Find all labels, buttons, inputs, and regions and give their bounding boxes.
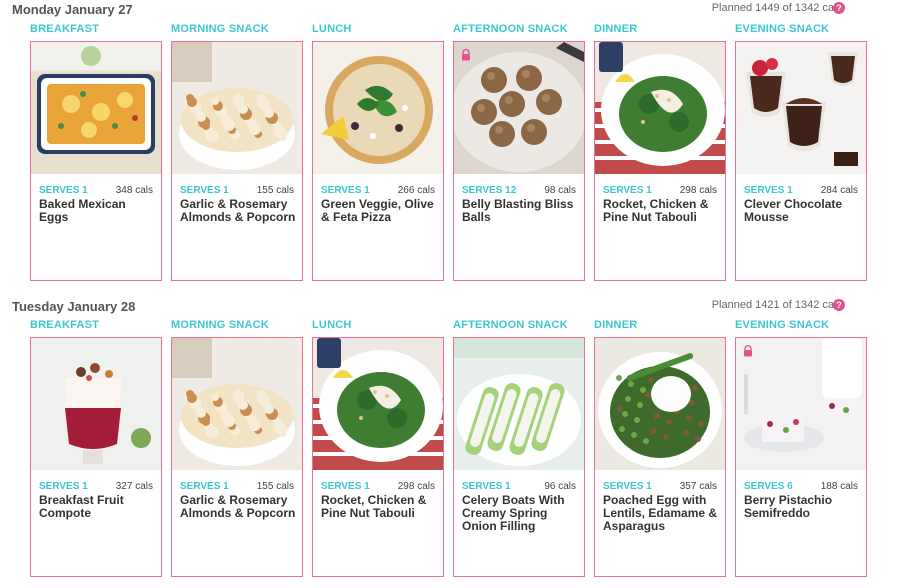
- serves-label: SERVES 1: [603, 481, 652, 492]
- serves-label: SERVES 1: [321, 481, 370, 492]
- meal-image: [313, 338, 443, 470]
- calories-label: 298 cals: [679, 185, 717, 196]
- meal-card[interactable]: SERVES 1 96 cals Celery Boats With Creamy …: [453, 337, 585, 577]
- meal-title[interactable]: Clever Chocolate Mousse: [744, 198, 862, 224]
- serves-label: SERVES 1: [321, 185, 370, 196]
- calories-label: 348 cals: [115, 185, 153, 196]
- meal-image: [31, 42, 161, 174]
- meal-column-label: MORNING SNACK: [171, 23, 269, 35]
- calories-label: 298 cals: [397, 481, 435, 492]
- meal-title[interactable]: Breakfast Fruit Compote: [39, 494, 157, 520]
- meal-title[interactable]: Garlic & Rosemary Almonds & Popcorn: [180, 494, 298, 520]
- meal-card[interactable]: SERVES 1 155 cals Garlic & Rosemary Almond…: [171, 337, 303, 577]
- meal-image: [595, 338, 725, 470]
- meal-column-label: AFTERNOON SNACK: [453, 319, 568, 331]
- meal-column-label: LUNCH: [312, 319, 352, 331]
- lock-icon: [460, 48, 472, 61]
- meal-column-label: DINNER: [594, 23, 638, 35]
- meal-image: [454, 42, 584, 174]
- serves-label: SERVES 1: [180, 481, 229, 492]
- meal-title[interactable]: Baked Mexican Eggs: [39, 198, 157, 224]
- help-icon[interactable]: ?: [833, 299, 845, 311]
- serves-label: SERVES 1: [462, 481, 511, 492]
- meal-card[interactable]: SERVES 1 348 cals Baked Mexican Eggs: [30, 41, 162, 281]
- day-header: Monday January 27 Planned 1449 of 1342 c…: [0, 0, 900, 20]
- calories-label: 357 cals: [679, 481, 717, 492]
- serves-label: SERVES 1: [39, 481, 88, 492]
- meal-image: [172, 338, 302, 470]
- meal-column-label: EVENING SNACK: [735, 23, 830, 35]
- serves-label: SERVES 6: [744, 481, 793, 492]
- meal-card[interactable]: SERVES 1 327 cals Breakfast Fruit Compote: [30, 337, 162, 577]
- meal-title[interactable]: Celery Boats With Creamy Spring Onion Fi…: [462, 494, 580, 533]
- calories-label: 284 cals: [820, 185, 858, 196]
- day-section-monday: Monday January 27 Planned 1449 of 1342 c…: [0, 0, 900, 20]
- meal-card[interactable]: SERVES 1 266 cals Green Veggie, Olive & Fe…: [312, 41, 444, 281]
- day-header: Tuesday January 28 Planned 1421 of 1342 …: [0, 297, 900, 317]
- calories-label: 96 cals: [544, 481, 576, 492]
- serves-label: SERVES 1: [603, 185, 652, 196]
- serves-label: SERVES 1: [39, 185, 88, 196]
- meal-column-label: AFTERNOON SNACK: [453, 23, 568, 35]
- meal-title[interactable]: Berry Pistachio Semifreddo: [744, 494, 862, 520]
- meal-image: [736, 42, 866, 174]
- calories-label: 155 cals: [256, 481, 294, 492]
- calories-label: 327 cals: [115, 481, 153, 492]
- meal-column-label: BREAKFAST: [30, 23, 100, 35]
- calories-label: 266 cals: [397, 185, 435, 196]
- calories-label: 188 cals: [820, 481, 858, 492]
- meal-column-label: EVENING SNACK: [735, 319, 830, 331]
- meal-title[interactable]: Garlic & Rosemary Almonds & Popcorn: [180, 198, 298, 224]
- meal-title[interactable]: Green Veggie, Olive & Feta Pizza: [321, 198, 439, 224]
- meal-title[interactable]: Rocket, Chicken & Pine Nut Tabouli: [603, 198, 721, 224]
- day-title: Tuesday January 28: [12, 299, 136, 314]
- serves-label: SERVES 1: [744, 185, 793, 196]
- planned-calories: Planned 1449 of 1342 cals: [711, 2, 842, 14]
- meal-card[interactable]: SERVES 1 155 cals Garlic & Rosemary Almond…: [171, 41, 303, 281]
- meal-column-label: LUNCH: [312, 23, 352, 35]
- day-title: Monday January 27: [12, 2, 133, 17]
- lock-icon: [742, 344, 754, 357]
- planned-calories: Planned 1421 of 1342 cals: [711, 299, 842, 311]
- meal-image: [172, 42, 302, 174]
- meal-card[interactable]: SERVES 12 98 cals Belly Blasting Bliss Bal…: [453, 41, 585, 281]
- meal-title[interactable]: Belly Blasting Bliss Balls: [462, 198, 580, 224]
- meal-image: [31, 338, 161, 470]
- meal-card[interactable]: SERVES 1 298 cals Rocket, Chicken & Pine N…: [594, 41, 726, 281]
- meal-column-label: DINNER: [594, 319, 638, 331]
- meal-card[interactable]: SERVES 1 284 cals Clever Chocolate Mousse: [735, 41, 867, 281]
- meal-card[interactable]: SERVES 6 188 cals Berry Pistachio Semifred…: [735, 337, 867, 577]
- serves-label: SERVES 12: [462, 185, 517, 196]
- meal-card[interactable]: SERVES 1 357 cals Poached Egg with Lentils…: [594, 337, 726, 577]
- meal-image: [313, 42, 443, 174]
- meal-title[interactable]: Poached Egg with Lentils, Edamame & Aspa…: [603, 494, 721, 533]
- meal-title[interactable]: Rocket, Chicken & Pine Nut Tabouli: [321, 494, 439, 520]
- serves-label: SERVES 1: [180, 185, 229, 196]
- calories-label: 98 cals: [544, 185, 576, 196]
- meal-card[interactable]: SERVES 1 298 cals Rocket, Chicken & Pine N…: [312, 337, 444, 577]
- calories-label: 155 cals: [256, 185, 294, 196]
- meal-column-label: MORNING SNACK: [171, 319, 269, 331]
- meal-image: [454, 338, 584, 470]
- day-section-tuesday: Tuesday January 28 Planned 1421 of 1342 …: [0, 297, 900, 317]
- meal-image: [595, 42, 725, 174]
- meal-column-label: BREAKFAST: [30, 319, 100, 331]
- meal-image: [736, 338, 866, 470]
- help-icon[interactable]: ?: [833, 2, 845, 14]
